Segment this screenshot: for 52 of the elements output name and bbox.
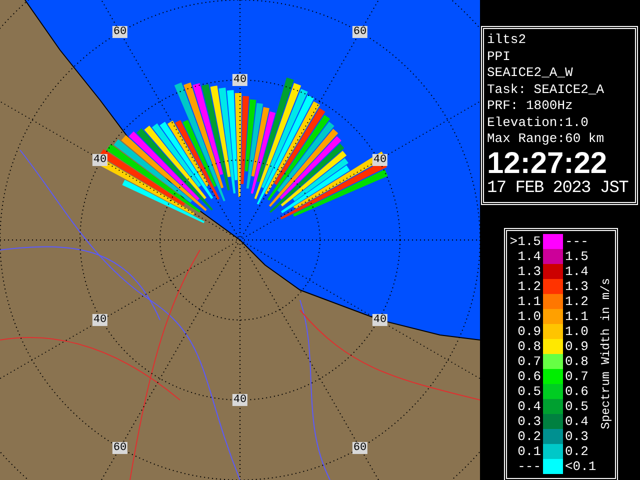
range-label: 40 (232, 74, 248, 86)
legend-high-value: 0.8 (565, 354, 590, 368)
legend-high-value: 1.0 (565, 324, 590, 338)
legend-high-value: 0.6 (565, 384, 590, 398)
legend-title: Spectrum Width in m/s (599, 278, 613, 430)
legend-high-value: 0.4 (565, 414, 590, 428)
date-text: 17 FEB 2023 JST (487, 178, 630, 200)
legend-low-value: >1.5 (509, 234, 541, 248)
legend-low-value: 0.9 (516, 324, 541, 338)
time-text: 12:27:22 (487, 150, 608, 178)
legend-low-value: 0.1 (516, 444, 541, 458)
legend-high-value: 0.3 (565, 428, 590, 444)
range-label: 60 (352, 442, 368, 454)
range-label: 40 (372, 154, 388, 166)
legend-high-value: 1.4 (565, 264, 590, 278)
legend-high-value: 1.2 (565, 294, 590, 308)
range-label: 40 (92, 154, 108, 166)
range-label: 60 (112, 442, 128, 454)
legend-low-value: 0.5 (516, 384, 541, 398)
range-label: 40 (92, 314, 108, 326)
range-label: 40 (232, 394, 248, 406)
legend-low-value: 1.0 (516, 308, 541, 324)
legend-high-value: 1.1 (565, 308, 590, 324)
legend-high-value: 0.2 (565, 444, 590, 458)
legend-low-value: 1.1 (516, 294, 541, 308)
legend-high-value: 0.9 (565, 338, 590, 354)
info-line: Elevation:1.0 (487, 114, 590, 131)
legend-low-value: 0.4 (516, 398, 541, 414)
info-line: ilts2 (487, 32, 528, 48)
legend-high-value: <0.1 (565, 458, 597, 474)
info-line: PRF: 1800Hz (487, 98, 574, 114)
legend-high-value: 0.7 (565, 368, 590, 384)
legend-low-value: 0.2 (516, 428, 541, 444)
legend-low-value: 1.2 (516, 278, 541, 294)
legend-low-value: --- (516, 458, 541, 474)
legend-low-value: 0.6 (516, 368, 541, 384)
range-label: 60 (112, 26, 128, 38)
legend-low-value: 1.4 (516, 248, 541, 264)
legend-high-value: --- (565, 234, 590, 248)
legend-low-value: 0.7 (516, 354, 541, 368)
info-line: SEAICE2_A_W (487, 65, 574, 82)
info-line: PPI (487, 48, 512, 65)
range-label: 40 (372, 314, 388, 326)
info-line: Max Range:60 km (487, 131, 606, 148)
legend-high-value: 0.5 (565, 398, 590, 414)
legend-high-value: 1.5 (565, 248, 590, 264)
legend-low-value: 0.8 (516, 338, 541, 354)
range-label: 60 (352, 26, 368, 38)
legend-low-value: 0.3 (516, 414, 541, 428)
legend-high-value: 1.3 (565, 278, 590, 294)
info-line: Task: SEAICE2_A (487, 82, 606, 98)
legend-low-value: 1.3 (516, 264, 541, 278)
